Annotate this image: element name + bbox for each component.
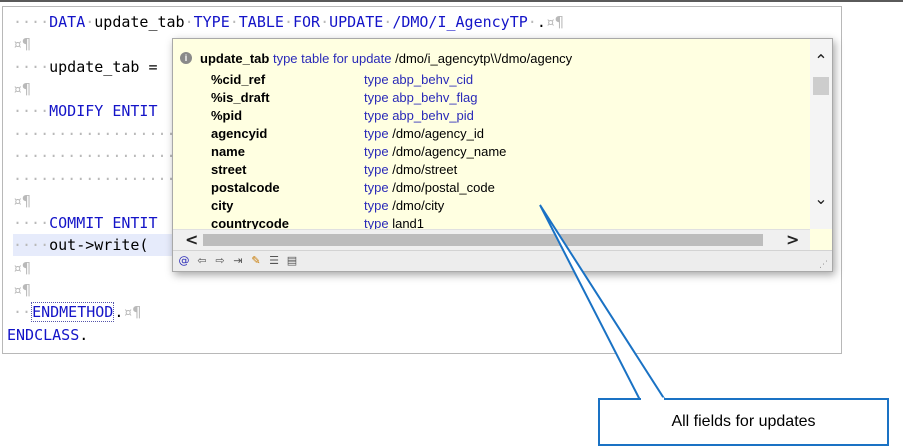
callout-tail-joint xyxy=(641,397,664,401)
